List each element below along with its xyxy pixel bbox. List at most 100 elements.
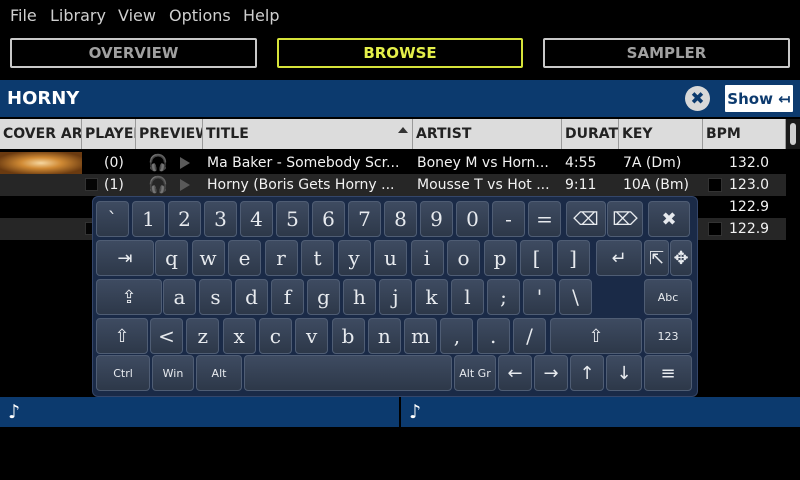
key-row4-5[interactable]: b (331, 318, 365, 354)
key-row4-2[interactable]: x (222, 318, 256, 354)
key-10[interactable]: 0 (456, 201, 489, 237)
arrow-left-key[interactable]: ← (498, 355, 532, 391)
key-row4-10[interactable]: / (513, 318, 546, 354)
key-y[interactable]: y (337, 240, 371, 276)
key-1[interactable]: 1 (132, 201, 165, 237)
table-row[interactable]: (0) 🎧 Ma Baker - Somebody Scr... Boney M… (0, 152, 786, 174)
key-row3-9[interactable]: ; (487, 279, 520, 315)
move-keyboard-key[interactable]: ✥ (670, 240, 692, 276)
key-e[interactable]: e (228, 240, 261, 276)
menu-view[interactable]: View (118, 6, 156, 25)
scrollbar-thumb[interactable] (790, 123, 796, 145)
tab-browse[interactable]: BROWSE (277, 38, 523, 68)
table-row[interactable]: (1) 🎧 Horny (Boris Gets Horny ... Mousse… (0, 174, 786, 196)
key-t[interactable]: t (301, 240, 334, 276)
column-artist[interactable]: ARTIST (413, 119, 562, 149)
key-row3-4[interactable]: g (307, 279, 340, 315)
key-w[interactable]: w (191, 240, 225, 276)
bpm-lock-checkbox[interactable] (708, 178, 722, 192)
win-key[interactable]: Win (152, 355, 194, 391)
key-p[interactable]: p (483, 240, 517, 276)
key-row3-7[interactable]: k (415, 279, 448, 315)
key-row4-4[interactable]: v (295, 318, 329, 354)
alt-gr-key[interactable]: Alt Gr (454, 355, 496, 391)
arrow-down-key[interactable]: ↓ (606, 355, 642, 391)
arrow-up-key[interactable]: ↑ (570, 355, 604, 391)
key-6[interactable]: 6 (312, 201, 345, 237)
caps-lock-key[interactable]: ⇪ (96, 279, 162, 315)
column-title[interactable]: TITLE (203, 119, 413, 149)
key-row3-11[interactable]: \ (559, 279, 592, 315)
alt-key[interactable]: Alt (196, 355, 242, 391)
numeric-mode-key[interactable]: 123 (644, 318, 692, 354)
key-row3-1[interactable]: s (199, 279, 232, 315)
menu-file[interactable]: File (10, 6, 37, 25)
column-duration[interactable]: DURATION (562, 119, 619, 149)
key-[[interactable]: [ (520, 240, 553, 276)
key-row4-0[interactable]: < (150, 318, 183, 354)
tab-overview[interactable]: OVERVIEW (10, 38, 257, 68)
preview-play-icon[interactable] (180, 179, 190, 191)
key-row3-3[interactable]: f (271, 279, 304, 315)
key-r[interactable]: r (264, 240, 298, 276)
key-row3-0[interactable]: a (163, 279, 196, 315)
column-key[interactable]: KEY (619, 119, 703, 149)
right-shift-key[interactable]: ⇧ (550, 318, 642, 354)
key-4[interactable]: 4 (240, 201, 273, 237)
key-row3-6[interactable]: j (379, 279, 412, 315)
key-row4-9[interactable]: . (476, 318, 510, 354)
show-button[interactable]: Show ↤ (723, 83, 795, 114)
backspace-key[interactable]: ⌫ (566, 201, 606, 237)
key-12[interactable]: = (528, 201, 561, 237)
key-row4-1[interactable]: z (186, 318, 220, 354)
menu-library[interactable]: Library (50, 6, 106, 25)
enter-key[interactable]: ↵ (596, 240, 642, 276)
key-9[interactable]: 9 (420, 201, 453, 237)
clear-search-button[interactable]: ✖ (685, 86, 710, 111)
menu-help[interactable]: Help (243, 6, 279, 25)
space-key[interactable] (244, 355, 452, 391)
left-shift-key[interactable]: ⇧ (96, 318, 148, 354)
tab-sampler[interactable]: SAMPLER (543, 38, 790, 68)
key-row3-5[interactable]: h (343, 279, 376, 315)
menu-options[interactable]: Options (169, 6, 231, 25)
key-row3-10[interactable]: ' (523, 279, 556, 315)
cursor-mode-key[interactable]: ⇱ (644, 240, 669, 276)
menu-key[interactable]: ≡ (644, 355, 692, 391)
key-o[interactable]: o (447, 240, 480, 276)
key-row4-3[interactable]: c (258, 318, 292, 354)
key-7[interactable]: 7 (348, 201, 381, 237)
key-2[interactable]: 2 (168, 201, 201, 237)
column-played[interactable]: PLAYED (82, 119, 136, 149)
key-][interactable]: ] (556, 240, 590, 276)
key-5[interactable]: 5 (276, 201, 309, 237)
key-row3-2[interactable]: d (235, 279, 268, 315)
key-11[interactable]: - (492, 201, 525, 237)
close-keyboard-key[interactable]: ✖ (648, 201, 690, 237)
key-row4-8[interactable]: , (440, 318, 474, 354)
key-u[interactable]: u (374, 240, 407, 276)
bpm-lock-checkbox[interactable] (708, 222, 722, 236)
key-3[interactable]: 3 (204, 201, 237, 237)
key-row4-7[interactable]: m (404, 318, 438, 354)
column-cover-art[interactable]: COVER ART (0, 119, 82, 149)
deck-2-panel[interactable]: ♪ (401, 397, 800, 427)
key-row3-8[interactable]: l (451, 279, 484, 315)
played-checkbox[interactable] (85, 178, 98, 191)
key-row4-6[interactable]: n (367, 318, 401, 354)
column-preview[interactable]: PREVIEW (136, 119, 203, 149)
key-q[interactable]: q (155, 240, 188, 276)
arrow-right-key[interactable]: → (534, 355, 568, 391)
key-0[interactable]: ` (96, 201, 129, 237)
column-bpm[interactable]: BPM (703, 119, 786, 149)
tab-key[interactable]: ⇥ (96, 240, 154, 276)
key-i[interactable]: i (410, 240, 444, 276)
delete-key[interactable]: ⌦ (607, 201, 643, 237)
headphones-icon[interactable]: 🎧 (145, 175, 171, 195)
preview-play-icon[interactable] (180, 157, 190, 169)
ctrl-key[interactable]: Ctrl (96, 355, 150, 391)
deck-1-panel[interactable]: ♪ (0, 397, 399, 427)
headphones-icon[interactable]: 🎧 (145, 153, 171, 173)
abc-mode-key[interactable]: Abc (644, 279, 692, 315)
key-8[interactable]: 8 (384, 201, 417, 237)
